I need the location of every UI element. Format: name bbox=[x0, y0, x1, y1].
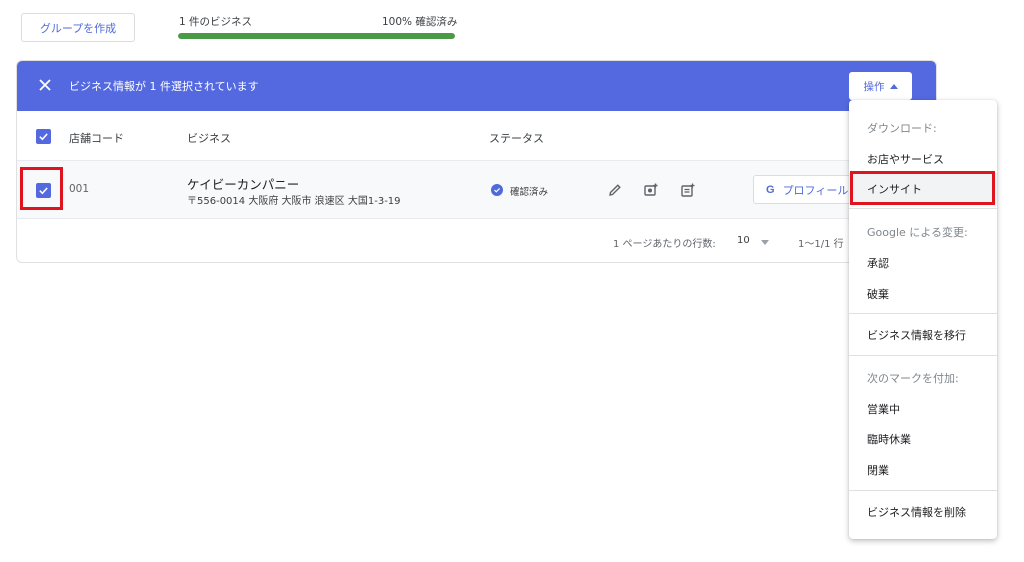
verification-progress-bar bbox=[178, 33, 455, 39]
menu-divider bbox=[849, 355, 997, 356]
table-row[interactable]: 001 ケイビーカンパニー 〒556-0014 大阪府 大阪市 浪速区 大国1-… bbox=[17, 161, 936, 219]
create-group-button[interactable]: グループを作成 bbox=[21, 13, 135, 42]
business-count: 1 件のビジネス bbox=[179, 16, 253, 28]
menu-item-open[interactable]: 営業中 bbox=[867, 401, 900, 417]
add-post-icon[interactable] bbox=[678, 180, 698, 200]
profile-button-label: プロフィール bbox=[782, 183, 849, 197]
operations-button[interactable]: 操作 bbox=[849, 72, 912, 100]
business-name[interactable]: ケイビーカンパニー bbox=[187, 174, 299, 193]
header-status[interactable]: ステータス bbox=[489, 130, 544, 146]
verified-icon bbox=[491, 184, 503, 196]
store-code: 001 bbox=[69, 183, 90, 195]
selection-count-text: ビジネス情報が 1 件選択されています bbox=[69, 80, 259, 93]
menu-section-google-changes: Google による変更: bbox=[867, 226, 968, 239]
table-header: 店舗コード ビジネス ステータス bbox=[17, 111, 936, 161]
menu-divider bbox=[849, 313, 997, 314]
menu-item-permanently-closed[interactable]: 閉業 bbox=[867, 462, 889, 478]
menu-divider bbox=[849, 208, 997, 209]
header-store-code[interactable]: 店舗コード bbox=[69, 130, 124, 146]
rows-per-page-select[interactable]: 10 bbox=[737, 235, 750, 246]
operations-menu: ダウンロード: お店やサービス インサイト Google による変更: 承認 破… bbox=[849, 100, 997, 539]
insights-highlight bbox=[850, 171, 995, 205]
row-checkbox-highlight bbox=[20, 167, 63, 210]
google-icon: G bbox=[766, 183, 775, 196]
add-photo-icon[interactable] bbox=[641, 180, 661, 200]
menu-section-mark-as: 次のマークを付加: bbox=[867, 372, 959, 385]
menu-item-temporarily-closed[interactable]: 臨時休業 bbox=[867, 431, 911, 447]
rows-per-page-label: 1 ページあたりの行数: bbox=[613, 239, 716, 250]
selection-bar: ビジネス情報が 1 件選択されています 操作 bbox=[17, 61, 936, 111]
caret-down-icon[interactable] bbox=[761, 240, 769, 245]
header-business[interactable]: ビジネス bbox=[187, 130, 231, 146]
page-range: 1〜1/1 行 bbox=[798, 239, 844, 250]
operations-label: 操作 bbox=[863, 80, 885, 93]
menu-section-download: ダウンロード: bbox=[867, 122, 937, 135]
progress-fill bbox=[178, 33, 455, 39]
business-address: 〒556-0014 大阪府 大阪市 浪速区 大国1-3-19 bbox=[187, 196, 401, 207]
caret-up-icon bbox=[889, 83, 898, 89]
check-icon bbox=[39, 133, 48, 141]
business-list-card: ビジネス情報が 1 件選択されています 操作 店舗コード ビジネス ステータス … bbox=[16, 60, 937, 263]
menu-item-stores-services[interactable]: お店やサービス bbox=[867, 151, 944, 167]
menu-item-approve[interactable]: 承認 bbox=[867, 255, 889, 271]
close-icon[interactable] bbox=[35, 75, 55, 95]
verified-percent: 100% 確認済み bbox=[382, 16, 458, 28]
menu-item-discard[interactable]: 破棄 bbox=[867, 286, 889, 302]
menu-item-delete[interactable]: ビジネス情報を削除 bbox=[867, 504, 966, 520]
select-all-checkbox[interactable] bbox=[36, 129, 51, 144]
menu-item-transfer[interactable]: ビジネス情報を移行 bbox=[867, 327, 966, 343]
edit-icon[interactable] bbox=[605, 180, 625, 200]
menu-divider bbox=[849, 490, 997, 491]
status-badge: 確認済み bbox=[510, 187, 549, 198]
